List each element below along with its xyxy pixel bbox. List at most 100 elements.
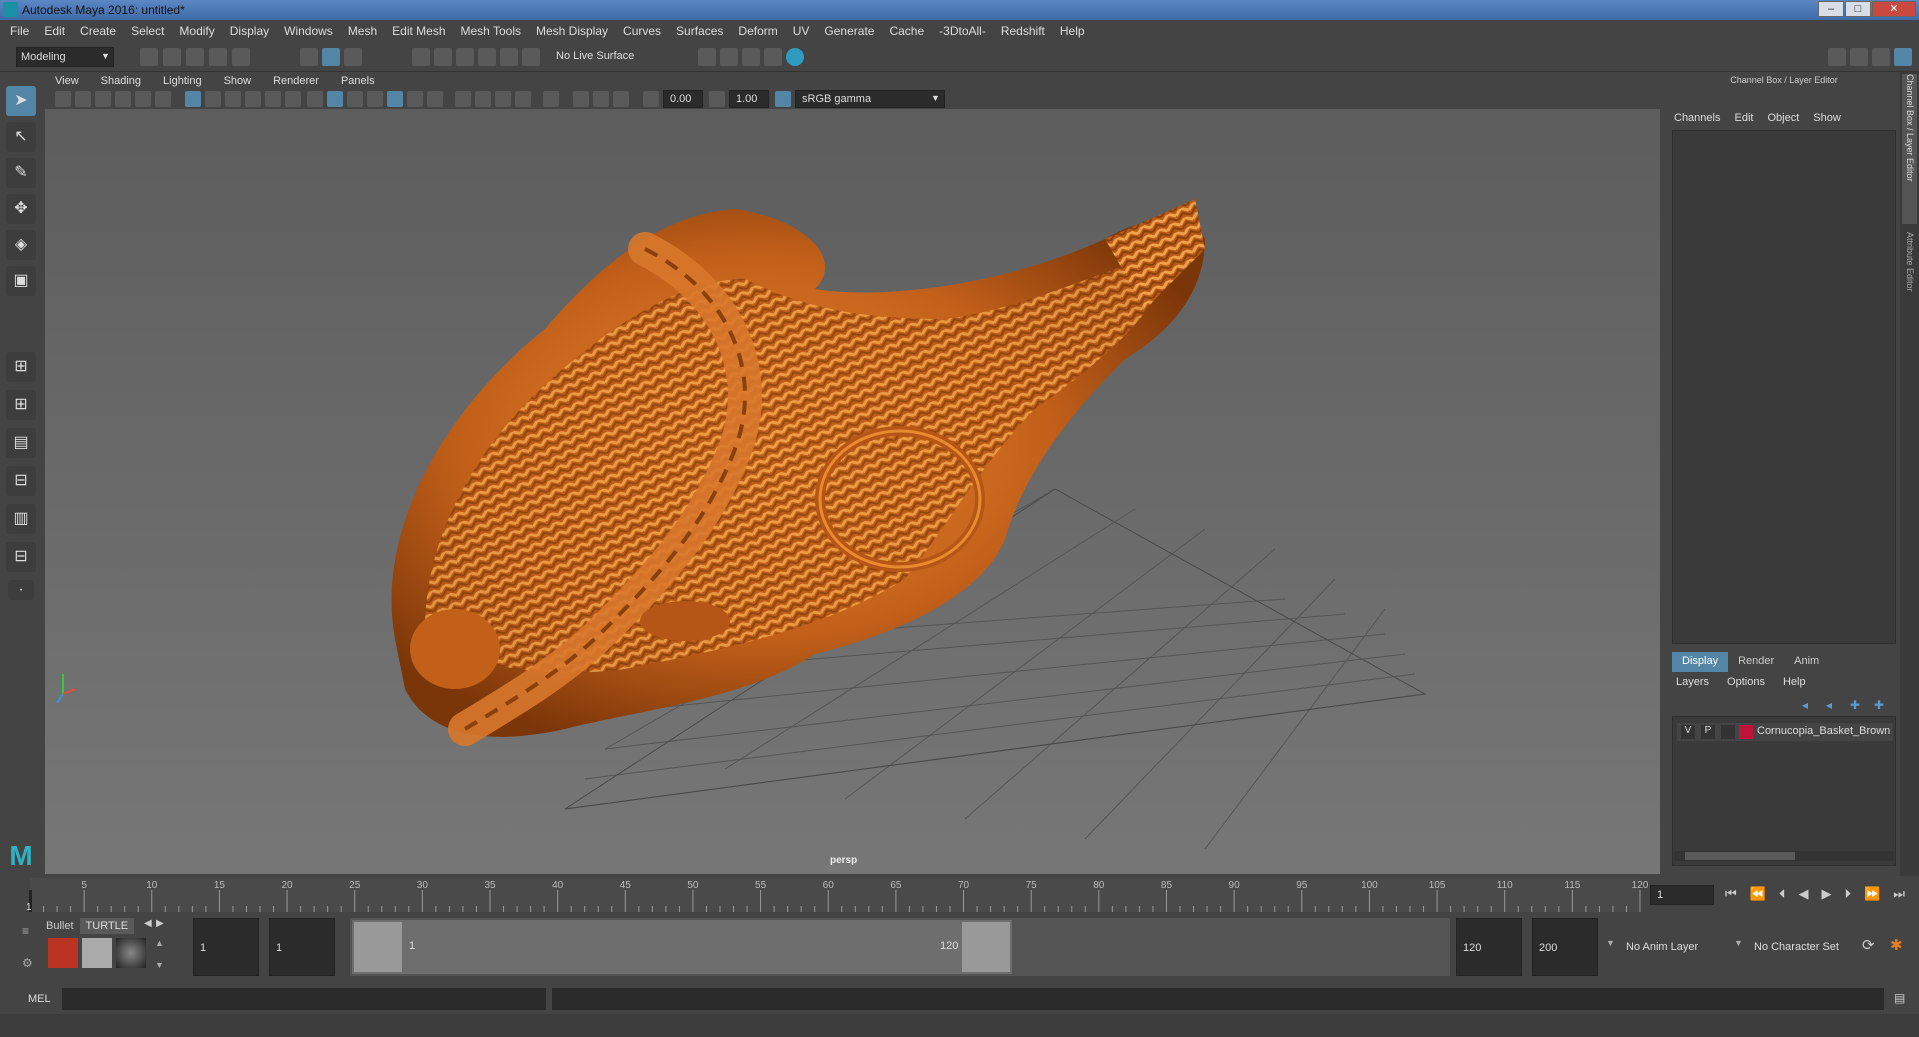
preferences-icon[interactable]: ✱ <box>1890 936 1903 954</box>
rotate-tool-icon[interactable]: ◈ <box>6 230 36 260</box>
layer-row[interactable]: V P Cornucopia_Basket_Brown <box>1677 723 1893 741</box>
panel-menu-renderer[interactable]: Renderer <box>273 75 319 87</box>
layout-outliner-icon[interactable] <box>1872 48 1890 66</box>
exposure-icon[interactable] <box>643 91 659 107</box>
select-tool-icon[interactable]: ➤ <box>6 86 36 116</box>
menu-item--3dtoall-[interactable]: -3DtoAll- <box>939 24 986 38</box>
step-forward-key-icon[interactable]: ⏩ <box>1864 886 1880 906</box>
play-forward-icon[interactable]: ▶ <box>1822 886 1832 906</box>
bookmark-icon[interactable] <box>95 91 111 107</box>
channel-list[interactable] <box>1672 130 1896 644</box>
new-scene-icon[interactable] <box>140 48 158 66</box>
range-start-handle[interactable] <box>354 922 402 972</box>
select-component-icon[interactable] <box>344 48 362 66</box>
go-to-start-icon[interactable]: ⏮ <box>1725 886 1737 906</box>
channel-box-toggle-icon[interactable] <box>1894 48 1912 66</box>
menu-item-create[interactable]: Create <box>80 24 116 38</box>
shelf-tab-bullet[interactable]: Bullet <box>40 918 80 934</box>
turtle-sphere-icon[interactable] <box>116 938 146 968</box>
layout-preset-3-icon[interactable]: ⊟ <box>6 466 36 496</box>
undo-icon[interactable] <box>209 48 227 66</box>
minimize-button[interactable]: – <box>1818 1 1844 17</box>
menu-item-cache[interactable]: Cache <box>889 24 924 38</box>
go-to-end-icon[interactable]: ⏭ <box>1893 886 1905 906</box>
film-gate-icon[interactable] <box>205 91 221 107</box>
panel-menu-view[interactable]: View <box>55 75 79 87</box>
step-back-frame-icon[interactable]: ⏴ <box>1779 886 1786 906</box>
lighting-icon[interactable] <box>407 91 423 107</box>
time-slider[interactable]: 5 10 15 20 25 30 35 40 45 50 55 60 65 70 75 80 85 90 95 100… <box>0 876 1919 914</box>
safe-action-icon[interactable] <box>285 91 301 107</box>
default-material-icon[interactable] <box>367 91 383 107</box>
layout-single-icon[interactable] <box>1828 48 1846 66</box>
layer-tab-anim[interactable]: Anim <box>1784 652 1829 672</box>
layer-tab-render[interactable]: Render <box>1728 652 1784 672</box>
snap-grid-icon[interactable] <box>412 48 430 66</box>
character-set-dropdown[interactable]: No Character Set <box>1748 918 1876 976</box>
select-object-icon[interactable] <box>322 48 340 66</box>
camera-attributes-icon[interactable] <box>75 91 91 107</box>
layout-preset-4-icon[interactable]: ▥ <box>6 504 36 534</box>
perspective-viewport[interactable]: persp <box>45 109 1660 874</box>
xray-components-icon[interactable] <box>613 91 629 107</box>
time-ruler[interactable]: 5 10 15 20 25 30 35 40 45 50 55 60 65 70 75 80 85 90 95 100… <box>0 876 1650 914</box>
layout-preset-1-icon[interactable]: ⊞ <box>6 390 36 420</box>
menu-item-generate[interactable]: Generate <box>824 24 874 38</box>
panel-menu-lighting[interactable]: Lighting <box>163 75 202 87</box>
menu-item-mesh[interactable]: Mesh <box>348 24 377 38</box>
step-back-key-icon[interactable]: ⏪ <box>1750 886 1766 906</box>
channel-box-menu-show[interactable]: Show <box>1813 112 1841 128</box>
attribute-editor-side-tab[interactable]: Attribute Editor <box>1902 232 1917 352</box>
layer-menu-options[interactable]: Options <box>1727 676 1765 692</box>
layer-playback-toggle[interactable]: P <box>1701 725 1715 739</box>
shadows-icon[interactable] <box>427 91 443 107</box>
snap-curve-icon[interactable] <box>434 48 452 66</box>
quad-layout-icon[interactable]: ⊞ <box>6 352 36 382</box>
scene-end-field[interactable]: 200 <box>1532 918 1598 976</box>
menu-item-mesh-display[interactable]: Mesh Display <box>536 24 608 38</box>
snap-point-icon[interactable] <box>456 48 474 66</box>
play-backward-icon[interactable]: ◀ <box>1798 886 1808 906</box>
hypershade-icon[interactable] <box>786 48 804 66</box>
save-scene-icon[interactable] <box>186 48 204 66</box>
mel-label[interactable]: MEL <box>28 993 51 1005</box>
gate-mask-icon[interactable] <box>245 91 261 107</box>
range-slider-bar[interactable]: 1 120 <box>352 920 1012 974</box>
shelf-up-icon[interactable]: ▲ <box>155 938 164 948</box>
xray-joints-icon[interactable] <box>593 91 609 107</box>
xray-icon[interactable] <box>573 91 589 107</box>
resolution-gate-icon[interactable] <box>225 91 241 107</box>
layer-menu-layers[interactable]: Layers <box>1676 676 1709 692</box>
close-button[interactable]: ✕ <box>1872 1 1916 17</box>
turtle-bake-icon[interactable] <box>82 938 112 968</box>
menu-item-windows[interactable]: Windows <box>284 24 333 38</box>
ambient-occlusion-icon[interactable] <box>455 91 471 107</box>
menu-item-curves[interactable]: Curves <box>623 24 661 38</box>
shelf-scroll-left-icon[interactable]: ◀ <box>144 918 152 929</box>
move-layer-up-icon[interactable]: ◂ <box>1802 698 1808 712</box>
menu-item-file[interactable]: File <box>10 24 29 38</box>
snap-view-icon[interactable] <box>478 48 496 66</box>
image-plane-icon[interactable] <box>115 91 131 107</box>
menu-item-help[interactable]: Help <box>1060 24 1085 38</box>
playback-start-field[interactable]: 1 <box>269 918 335 976</box>
open-scene-icon[interactable] <box>163 48 181 66</box>
move-tool-icon[interactable]: ✥ <box>6 194 36 224</box>
smooth-shade-icon[interactable] <box>327 91 343 107</box>
textured-icon[interactable] <box>387 91 403 107</box>
layout-preset-5-icon[interactable]: ⊟ <box>6 542 36 572</box>
step-forward-frame-icon[interactable]: ⏵ <box>1845 886 1852 906</box>
snap-vertex-icon[interactable] <box>522 48 540 66</box>
menu-item-redshift[interactable]: Redshift <box>1001 24 1045 38</box>
paint-select-icon[interactable]: ✎ <box>6 158 36 188</box>
new-layer-icon[interactable]: ✚ <box>1850 698 1860 712</box>
layer-menu-help[interactable]: Help <box>1783 676 1806 692</box>
layer-tab-display[interactable]: Display <box>1672 652 1729 672</box>
layer-type-toggle[interactable] <box>1721 725 1735 739</box>
grease-pencil-icon[interactable] <box>155 91 171 107</box>
menu-item-display[interactable]: Display <box>230 24 269 38</box>
bullet-rigid-icon[interactable] <box>48 938 78 968</box>
menu-item-edit-mesh[interactable]: Edit Mesh <box>392 24 445 38</box>
anti-aliasing-icon[interactable] <box>495 91 511 107</box>
mode-selector[interactable]: Modeling <box>16 47 114 67</box>
